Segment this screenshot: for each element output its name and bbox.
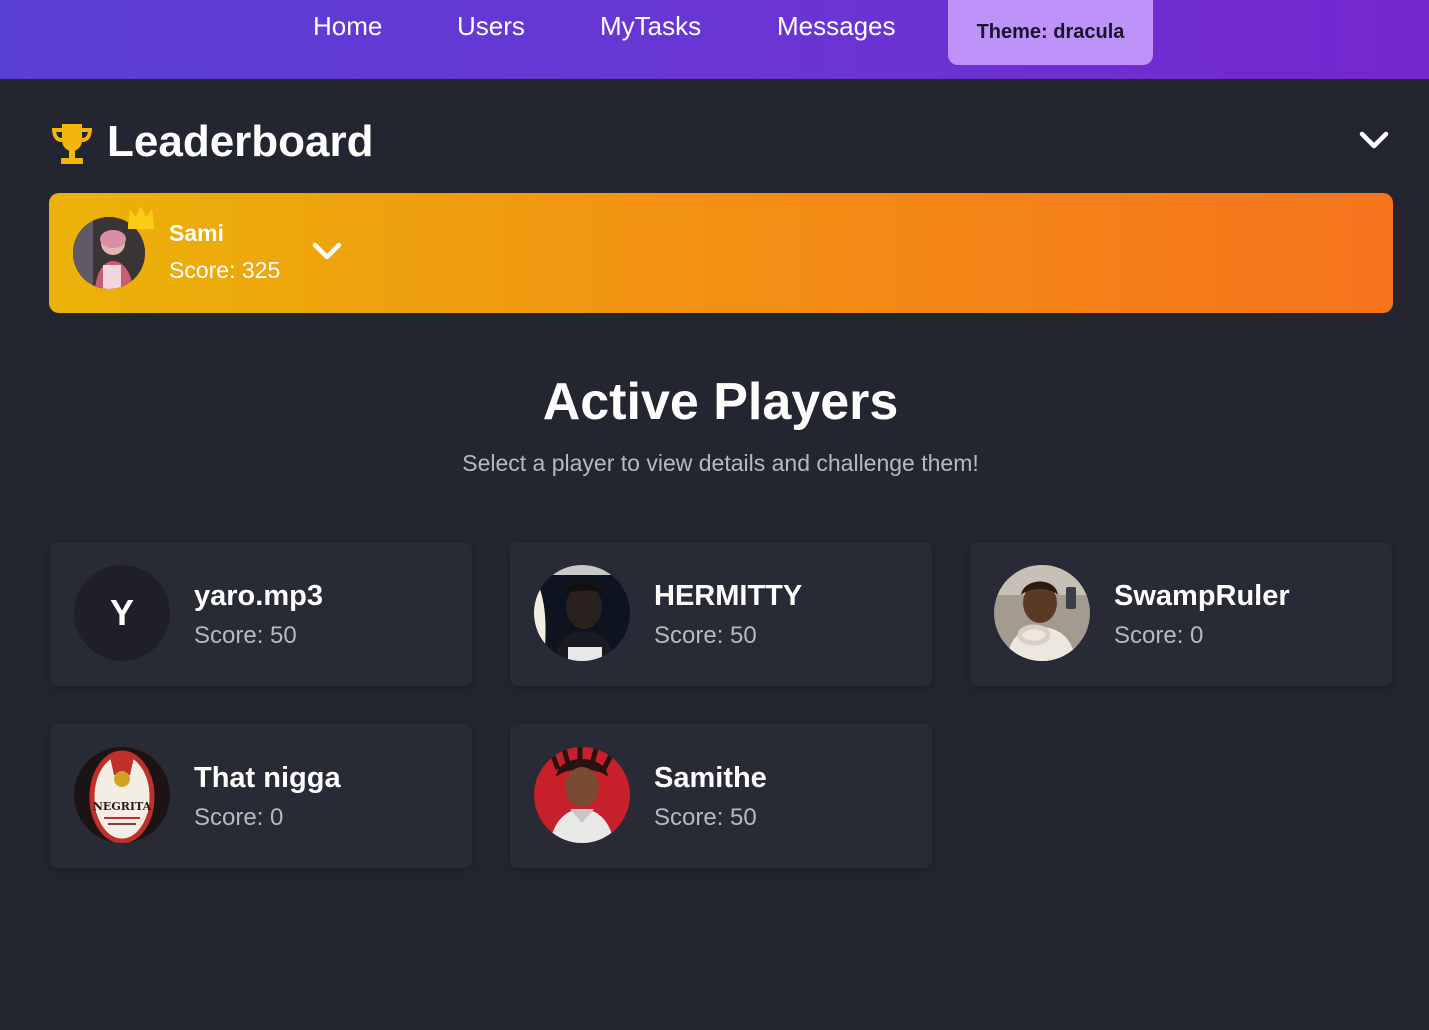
top-player-score: Score: 325 <box>169 257 281 283</box>
trophy-icon <box>52 124 92 164</box>
player-name: That nigga <box>194 762 341 794</box>
avatar <box>534 747 630 843</box>
active-players-title: Active Players <box>542 373 899 431</box>
nav-home-link[interactable]: Home <box>313 10 382 42</box>
player-name: yaro.mp3 <box>194 580 323 612</box>
player-card[interactable]: HERMITTY Score: 50 <box>510 542 932 686</box>
svg-text:NEGRITA: NEGRITA <box>93 800 152 813</box>
player-name: Samithe <box>654 762 767 794</box>
top-player-name: Sami <box>169 220 224 246</box>
avatar: NEGRITA <box>74 747 170 843</box>
user-photo-icon <box>994 565 1090 661</box>
player-score: Score: 0 <box>194 804 284 831</box>
user-photo-icon <box>534 565 630 661</box>
nav-messages-link[interactable]: Messages <box>777 10 896 42</box>
user-photo-icon <box>534 747 630 843</box>
player-card[interactable]: Samithe Score: 50 <box>510 724 932 868</box>
crown-icon <box>128 206 154 229</box>
player-score: Score: 50 <box>194 622 297 649</box>
top-player-card[interactable]: Sami Score: 325 <box>49 193 1393 313</box>
avatar <box>994 565 1090 661</box>
player-score: Score: 0 <box>1114 622 1204 649</box>
player-card[interactable]: NEGRITA That nigga Score: 0 <box>50 724 472 868</box>
theme-toggle-button[interactable]: Theme: dracula <box>948 0 1153 65</box>
top-navigation: Home Users MyTasks Messages Theme: dracu… <box>0 0 1429 79</box>
nav-users-link[interactable]: Users <box>457 10 525 42</box>
chevron-down-icon[interactable] <box>307 235 347 269</box>
player-card[interactable]: Y yaro.mp3 Score: 50 <box>50 542 472 686</box>
avatar: Y <box>74 565 170 661</box>
player-score: Score: 50 <box>654 622 757 649</box>
player-name: HERMITTY <box>654 580 803 612</box>
label-photo-icon: NEGRITA <box>74 747 170 843</box>
nav-mytasks-link[interactable]: MyTasks <box>600 10 701 42</box>
leaderboard-header: Leaderboard <box>48 112 1398 172</box>
active-players-subtitle: Select a player to view details and chal… <box>462 450 979 476</box>
leaderboard-title: Leaderboard <box>107 117 374 166</box>
player-score: Score: 50 <box>654 804 757 831</box>
avatar <box>534 565 630 661</box>
player-card[interactable]: SwampRuler Score: 0 <box>970 542 1392 686</box>
player-name: SwampRuler <box>1114 580 1290 612</box>
chevron-down-icon[interactable] <box>1354 120 1394 160</box>
